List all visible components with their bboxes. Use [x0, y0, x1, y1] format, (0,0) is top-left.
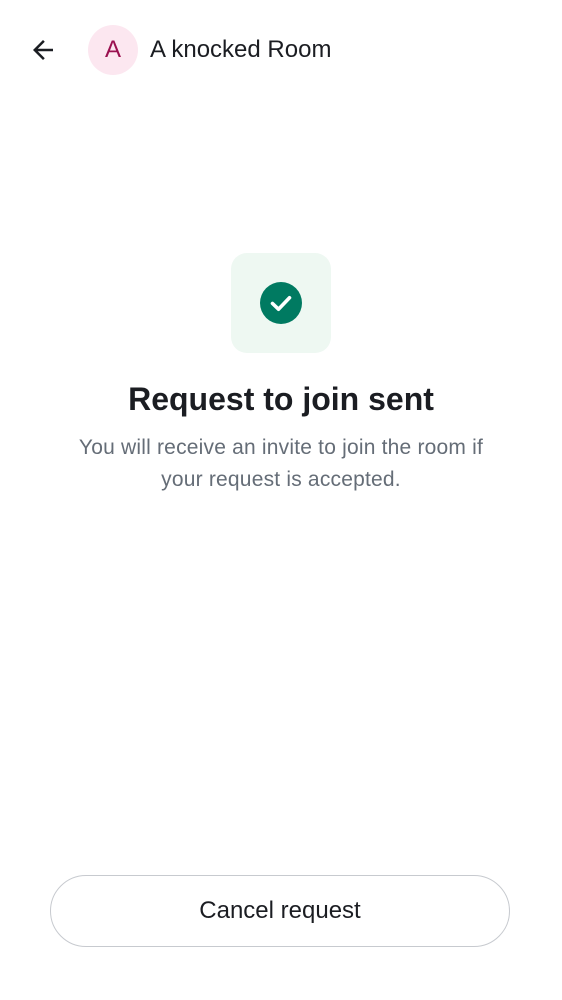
room-avatar: A	[88, 25, 138, 75]
status-icon-tile	[231, 253, 331, 353]
room-name: A knocked Room	[150, 36, 332, 63]
check-circle-icon	[260, 282, 302, 324]
cancel-request-button[interactable]: Cancel request	[50, 875, 510, 947]
status-description: You will receive an invite to join the r…	[78, 436, 484, 491]
arrow-left-icon	[33, 40, 53, 60]
page-title: Request to join sent	[128, 381, 434, 417]
top-app-bar: A A knocked Room	[0, 0, 562, 100]
back-button[interactable]	[18, 25, 68, 75]
avatar-initial: A	[104, 36, 121, 63]
